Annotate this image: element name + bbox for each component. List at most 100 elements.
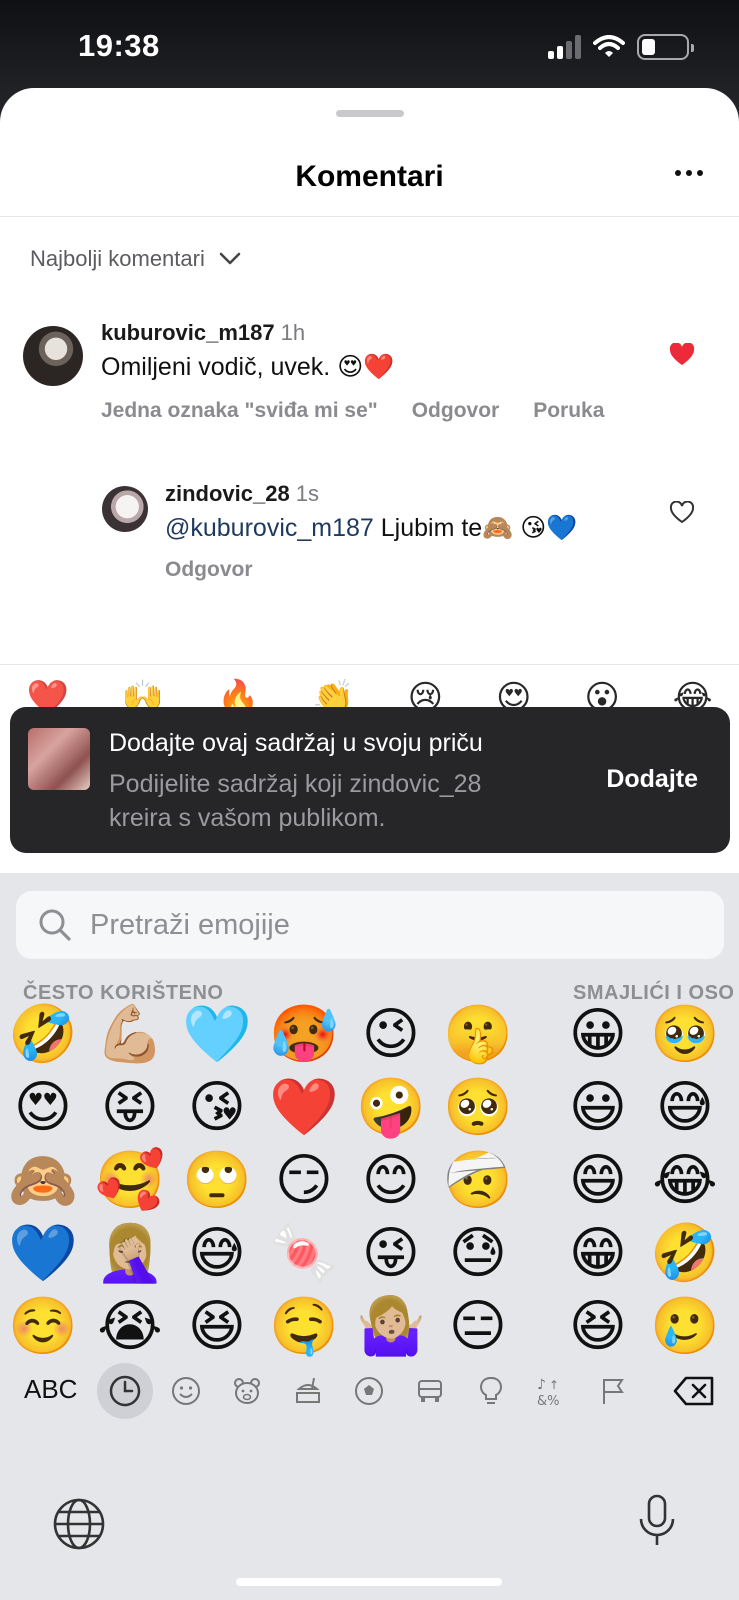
svg-text:↑: ↑ <box>549 1378 559 1392</box>
likes-count-link[interactable]: Jedna oznaka "sviđa mi se" <box>101 399 378 423</box>
sort-dropdown[interactable]: Najbolji komentari <box>30 246 241 272</box>
emoji-key[interactable]: 😆 <box>561 1290 635 1362</box>
emoji-search-input[interactable] <box>90 908 650 942</box>
emoji-key[interactable]: 🤷🏼‍♀️ <box>354 1290 428 1362</box>
emoji-glyph: 🙄 <box>182 1148 252 1211</box>
reply-button[interactable]: Odgovor <box>165 558 253 582</box>
comment-text: @kuburovic_m187 Ljubim te🙈 😘💙 <box>165 513 577 543</box>
emoji-glyph: 😉 <box>361 1002 421 1065</box>
emoji-glyph: 😏 <box>274 1148 334 1211</box>
add-to-story-toast[interactable]: Dodajte ovaj sadržaj u svoju priču Podij… <box>10 707 730 853</box>
emoji-key[interactable]: 🤦🏼‍♀️ <box>93 1217 167 1289</box>
emoji-key[interactable]: 😅 <box>180 1217 254 1289</box>
emoji-key[interactable]: 😏 <box>267 1144 341 1216</box>
emoji-glyph: 🩵 <box>182 1002 252 1065</box>
add-to-story-button[interactable]: Dodajte <box>606 765 698 794</box>
emoji-key[interactable]: 😆 <box>180 1290 254 1362</box>
smiley-icon[interactable] <box>166 1371 206 1411</box>
emoji-glyph: 😘 <box>187 1075 247 1138</box>
emoji-key[interactable]: 🍬 <box>267 1217 341 1289</box>
emoji-key[interactable]: 😉 <box>354 998 428 1070</box>
mention-link[interactable]: @kuburovic_m187 <box>165 514 374 542</box>
emoji-key[interactable]: 🤤 <box>267 1290 341 1362</box>
emoji-key[interactable]: 🤪 <box>354 1071 428 1143</box>
emoji-key[interactable]: 😄 <box>561 1144 635 1216</box>
emoji-key[interactable]: 🥲 <box>648 1290 722 1362</box>
emoji-search-bar[interactable] <box>16 891 724 959</box>
travel-icon[interactable] <box>410 1371 450 1411</box>
comment-body: Ljubim te🙈 😘💙 <box>373 514 578 542</box>
emoji-key[interactable]: 🩵 <box>180 998 254 1070</box>
comment-actions: Odgovor <box>165 558 253 582</box>
emoji-key[interactable]: 🥹 <box>648 998 722 1070</box>
avatar[interactable] <box>23 326 83 386</box>
food-icon[interactable] <box>288 1371 328 1411</box>
emoji-key[interactable]: 🙄 <box>180 1144 254 1216</box>
svg-text:&%: &% <box>537 1394 560 1408</box>
backspace-icon[interactable] <box>670 1371 718 1411</box>
comment-username[interactable]: zindovic_28 <box>165 481 290 506</box>
emoji-key[interactable]: 😘 <box>180 1071 254 1143</box>
emoji-key[interactable]: 😅 <box>648 1071 722 1143</box>
emoji-glyph: ☺️ <box>8 1294 78 1357</box>
comment-author[interactable]: kuburovic_m187 1h <box>101 320 305 346</box>
emoji-glyph: 😆 <box>187 1294 247 1357</box>
emoji-key[interactable]: 🤣 <box>6 998 80 1070</box>
search-icon <box>39 909 71 941</box>
microphone-icon[interactable] <box>637 1493 677 1549</box>
emoji-key[interactable]: 😁 <box>561 1217 635 1289</box>
emoji-glyph: 😅 <box>655 1075 715 1138</box>
emoji-key[interactable]: 🤣 <box>648 1217 722 1289</box>
toast-subtitle: Podijelite sadržaj koji zindovic_28 krei… <box>109 770 482 832</box>
svg-text:♪: ♪ <box>537 1377 546 1393</box>
symbols-icon[interactable]: ♪ ↑ &% <box>532 1371 572 1411</box>
lightbulb-icon[interactable] <box>471 1371 511 1411</box>
emoji-key[interactable]: 😀 <box>561 998 635 1070</box>
emoji-key[interactable]: 🤕 <box>441 1144 515 1216</box>
reply-button[interactable]: Odgovor <box>412 399 500 423</box>
emoji-key[interactable]: 😍 <box>6 1071 80 1143</box>
emoji-key[interactable]: 😊 <box>354 1144 428 1216</box>
home-indicator[interactable] <box>236 1578 502 1586</box>
comment-author[interactable]: zindovic_28 1s <box>165 481 319 507</box>
wifi-icon <box>593 35 625 57</box>
comment-text: Omiljeni vodič, uvek. 😍❤️ <box>101 353 395 381</box>
heart-outline-icon[interactable] <box>669 501 695 525</box>
emoji-key[interactable]: 🥰 <box>93 1144 167 1216</box>
abc-key[interactable]: ABC <box>24 1374 77 1405</box>
emoji-key[interactable]: 😂 <box>648 1144 722 1216</box>
emoji-key[interactable]: ☺️ <box>6 1290 80 1362</box>
emoji-glyph: 🥺 <box>443 1075 513 1138</box>
sheet-grabber[interactable] <box>336 110 404 117</box>
message-button[interactable]: Poruka <box>533 399 604 423</box>
emoji-glyph: 🤣 <box>650 1221 720 1284</box>
comments-divider <box>0 664 739 665</box>
emoji-key[interactable]: 💙 <box>6 1217 80 1289</box>
emoji-key[interactable]: 🥺 <box>441 1071 515 1143</box>
globe-icon[interactable] <box>52 1497 106 1551</box>
avatar[interactable] <box>102 486 148 532</box>
emoji-key[interactable]: 💪🏼 <box>93 998 167 1070</box>
emoji-key[interactable]: ❤️ <box>267 1071 341 1143</box>
emoji-keyboard: ČESTO KORIŠTENO SMAJLIĆI I OSO 🤣💪🏼🩵🥵😉🤫😍😝… <box>0 873 739 1600</box>
comment-time: 1s <box>295 481 319 506</box>
emoji-key[interactable]: 🥵 <box>267 998 341 1070</box>
comment-username[interactable]: kuburovic_m187 <box>101 320 275 345</box>
heart-filled-icon[interactable] <box>669 343 695 367</box>
emoji-key[interactable]: 😑 <box>441 1290 515 1362</box>
flag-icon[interactable] <box>593 1371 633 1411</box>
more-options-button[interactable] <box>675 170 703 176</box>
emoji-key[interactable]: 🙈 <box>6 1144 80 1216</box>
ball-icon[interactable] <box>349 1371 389 1411</box>
animal-icon[interactable] <box>227 1371 267 1411</box>
emoji-glyph: 😂 <box>652 1148 718 1211</box>
emoji-glyph: 🥲 <box>650 1294 720 1357</box>
emoji-key[interactable]: 🤫 <box>441 998 515 1070</box>
emoji-key[interactable]: 😝 <box>93 1071 167 1143</box>
emoji-key[interactable]: 😃 <box>561 1071 635 1143</box>
emoji-key[interactable]: 😜 <box>354 1217 428 1289</box>
emoji-key[interactable]: 😓 <box>441 1217 515 1289</box>
emoji-key[interactable]: 😭 <box>93 1290 167 1362</box>
recent-icon[interactable] <box>105 1371 145 1411</box>
sort-label: Najbolji komentari <box>30 246 205 271</box>
